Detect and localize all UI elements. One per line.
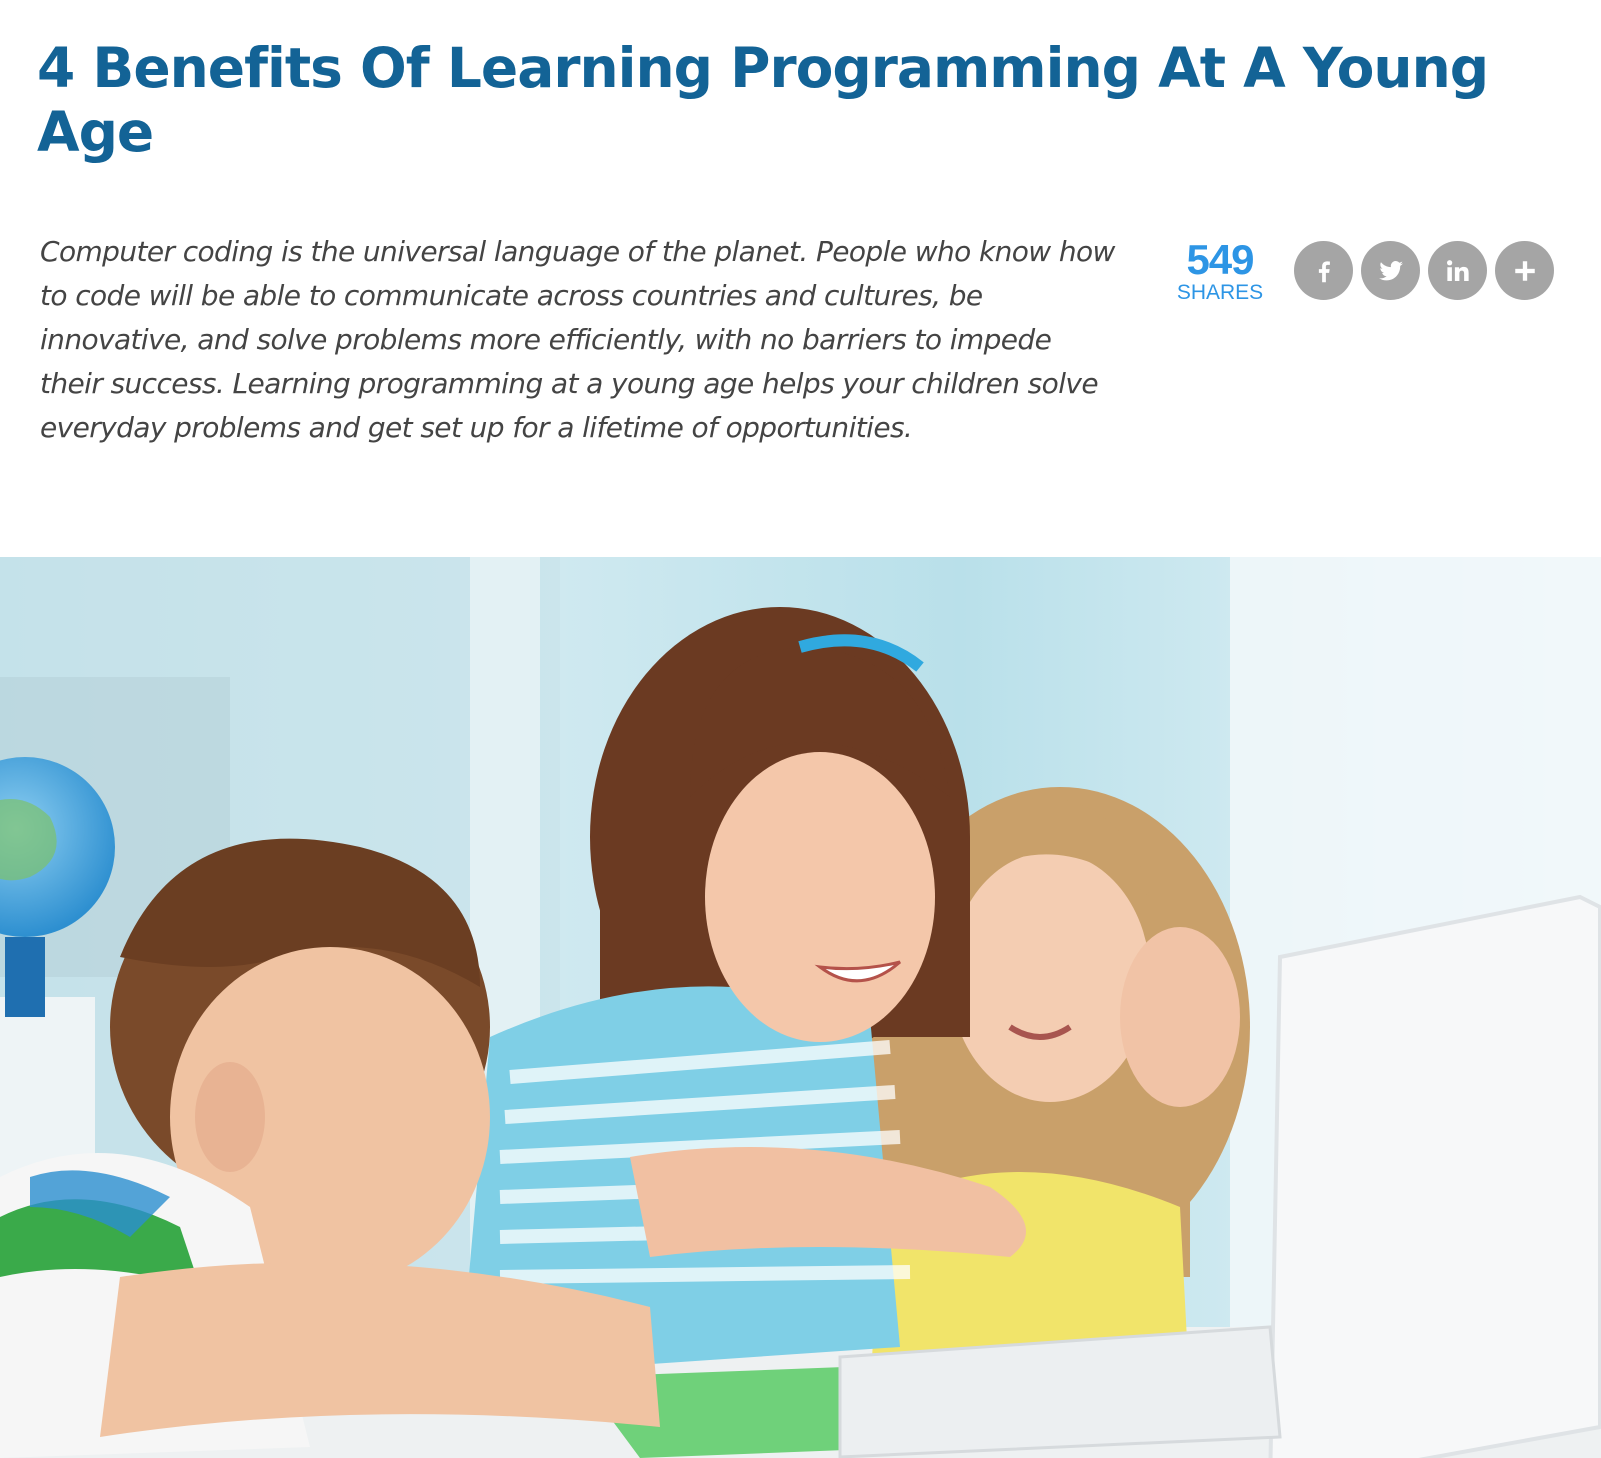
share-counter: 549 SHARES xyxy=(1170,238,1270,304)
facebook-icon xyxy=(1318,260,1330,282)
twitter-icon xyxy=(1378,260,1403,280)
article-title: 4 Benefits Of Learning Programming At A … xyxy=(37,36,1489,164)
twitter-share-button[interactable] xyxy=(1361,241,1420,300)
plus-icon xyxy=(1514,260,1535,281)
hero-image xyxy=(0,557,1601,1458)
article-intro: Computer coding is the universal languag… xyxy=(40,235,1115,444)
share-label: SHARES xyxy=(1176,281,1264,304)
children-at-laptop-illustration xyxy=(0,557,1601,1458)
linkedin-icon xyxy=(1446,259,1469,281)
linkedin-share-button[interactable] xyxy=(1428,241,1487,300)
share-buttons xyxy=(1294,241,1554,300)
facebook-share-button[interactable] xyxy=(1294,241,1353,300)
more-share-button[interactable] xyxy=(1495,241,1554,300)
share-count: 549 xyxy=(1186,236,1254,283)
